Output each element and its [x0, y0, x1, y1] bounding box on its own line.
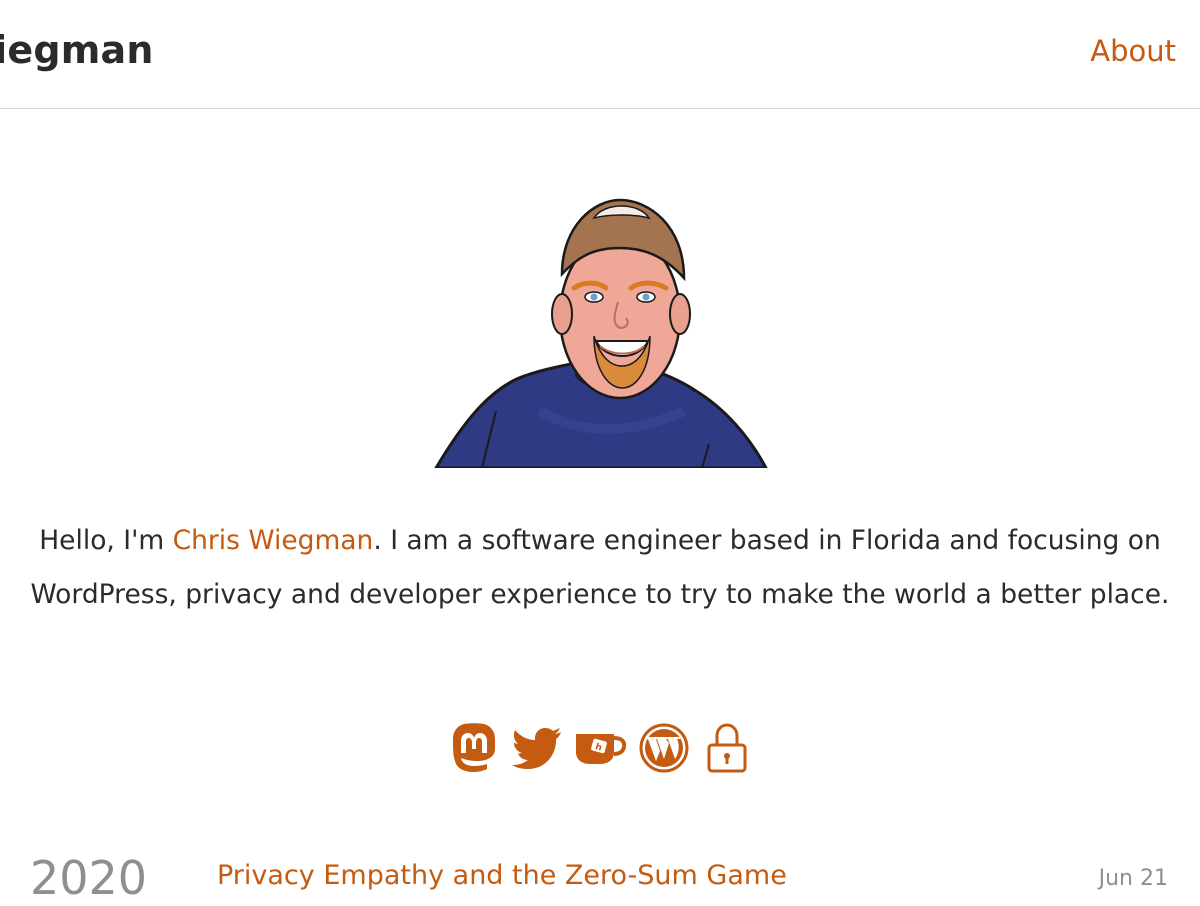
intro-name-link[interactable]: Chris Wiegman	[173, 525, 374, 556]
intro-text: Hello, I'm Chris Wiegman. I am a softwar…	[20, 514, 1180, 622]
nav-link-about[interactable]: About	[1090, 34, 1176, 68]
ko-fi-icon[interactable]: h	[574, 720, 626, 776]
site-title[interactable]: Wiegman	[0, 28, 154, 72]
post-year-heading: 2020	[30, 851, 148, 905]
twitter-icon[interactable]	[511, 720, 562, 776]
intro-prefix: Hello, I'm	[39, 525, 173, 556]
wordpress-icon[interactable]	[638, 720, 689, 776]
mastodon-icon[interactable]	[448, 720, 499, 776]
avatar	[433, 196, 769, 470]
post-date: Jun 21	[1098, 866, 1168, 891]
lock-icon[interactable]	[701, 720, 752, 776]
post-list: 2020 Privacy Empathy and the Zero-Sum Ga…	[0, 850, 1200, 905]
post-title-link[interactable]: Privacy Empathy and the Zero-Sum Game	[217, 860, 787, 891]
social-links: h	[448, 720, 752, 776]
site-header: Wiegman About	[0, 0, 1200, 109]
